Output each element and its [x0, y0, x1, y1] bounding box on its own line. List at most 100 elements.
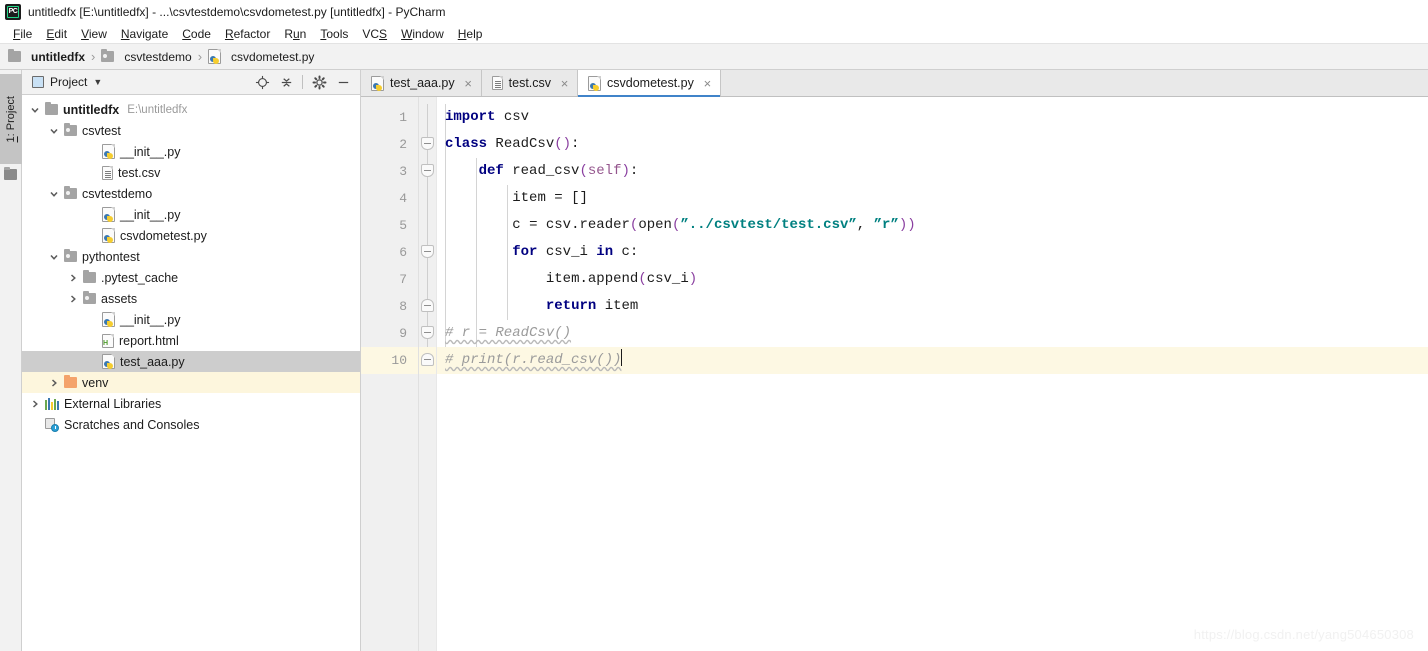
menu-item-edit[interactable]: Edit: [39, 24, 74, 44]
editor-tab-bar: test_aaa.py × test.csv × csvdometest.py ×: [361, 70, 1428, 97]
chevron-right-icon[interactable]: [66, 273, 79, 283]
line-number: 7: [399, 272, 407, 287]
menu-item-view[interactable]: View: [74, 24, 114, 44]
tree-item-scratches-and-consoles[interactable]: Scratches and Consoles: [22, 414, 360, 435]
close-icon[interactable]: ×: [702, 77, 713, 90]
minus-icon: [338, 81, 348, 83]
target-icon: [255, 75, 269, 89]
tree-item-csvtest[interactable]: csvtest: [22, 120, 360, 141]
hide-panel-button[interactable]: [332, 72, 354, 92]
editor-tab-csvdometest-py[interactable]: csvdometest.py ×: [578, 70, 721, 97]
libraries-icon: [45, 397, 59, 410]
breadcrumb-item-untitledfx[interactable]: untitledfx: [8, 49, 85, 64]
tree-item-pythontest[interactable]: pythontest: [22, 246, 360, 267]
tree-item-test-aaa-py[interactable]: test_aaa.py: [22, 351, 360, 372]
fold-collapse-icon[interactable]: [421, 245, 434, 258]
menu-item-tools[interactable]: Tools: [313, 24, 355, 44]
left-tool-strip: 1: Project: [0, 70, 22, 651]
source-folder-icon: [64, 249, 77, 262]
code-line-1[interactable]: import csv: [437, 104, 1428, 131]
code-line-10[interactable]: # print(r.read_csv()): [437, 347, 1428, 374]
chevron-right-icon[interactable]: [66, 294, 79, 304]
tree-item-untitledfx[interactable]: untitledfx E:\untitledfx: [22, 99, 360, 120]
menu-item-run[interactable]: Run: [277, 24, 313, 44]
tree-item-csvtestdemo[interactable]: csvtestdemo: [22, 183, 360, 204]
code-line-6[interactable]: for csv_i in c:: [437, 239, 1428, 266]
fold-row: [419, 266, 436, 293]
project-view-selector[interactable]: Project ▼: [32, 75, 102, 89]
tree-item-init-py[interactable]: __init__.py: [22, 204, 360, 225]
tree-item-label: untitledfx: [63, 102, 120, 117]
menu-item-refactor[interactable]: Refactor: [218, 24, 277, 44]
code-line-9[interactable]: # r = ReadCsv(): [437, 320, 1428, 347]
menu-item-help[interactable]: Help: [451, 24, 490, 44]
fold-collapse-icon[interactable]: [421, 164, 434, 177]
fold-end-icon[interactable]: [421, 353, 434, 366]
fold-row: [419, 347, 436, 374]
tree-item-venv[interactable]: venv: [22, 372, 360, 393]
editor-area: test_aaa.py × test.csv × csvdometest.py × 1 2 3…: [361, 70, 1428, 651]
menu-item-navigate[interactable]: Navigate: [114, 24, 175, 44]
chevron-down-icon[interactable]: [28, 105, 41, 115]
chevron-down-icon[interactable]: [47, 126, 60, 136]
code-line-5[interactable]: c = csv.reader(open(”../csvtest/test.csv…: [437, 212, 1428, 239]
folder-icon: [83, 270, 96, 283]
watermark: https://blog.csdn.net/yang504650308: [1193, 627, 1414, 642]
code-line-4[interactable]: item = []: [437, 185, 1428, 212]
window-title: untitledfx [E:\untitledfx] - ...\csvtest…: [28, 4, 446, 19]
chevron-right-icon[interactable]: [28, 399, 41, 409]
csv-file-icon: [491, 76, 503, 90]
title-bar: PC untitledfx [E:\untitledfx] - ...\csvt…: [0, 0, 1428, 24]
line-number: 5: [399, 218, 407, 233]
code-line-2[interactable]: class ReadCsv():: [437, 131, 1428, 158]
tree-item-report-html[interactable]: Hreport.html: [22, 330, 360, 351]
python-file-icon: [102, 354, 115, 369]
fold-end-icon[interactable]: [421, 299, 434, 312]
fold-row: [419, 131, 436, 158]
editor-tab-label: test_aaa.py: [390, 76, 455, 90]
close-icon[interactable]: ×: [463, 77, 474, 90]
tree-item-init-py[interactable]: __init__.py: [22, 309, 360, 330]
fold-row: [419, 320, 436, 347]
tree-item-label: test.csv: [118, 165, 161, 180]
code-text-area[interactable]: import csv class ReadCsv(): def read_csv(…: [437, 97, 1428, 651]
breadcrumb-separator: ›: [197, 49, 203, 64]
tree-item-test-csv[interactable]: test.csv: [22, 162, 360, 183]
fold-row: [419, 185, 436, 212]
editor-tab-label: test.csv: [508, 76, 552, 90]
code-folding-gutter[interactable]: [419, 97, 437, 651]
collapse-all-button[interactable]: [275, 72, 297, 92]
breadcrumb-item-csvtestdemo[interactable]: csvtestdemo: [101, 49, 192, 64]
tree-item-csvdometest-py[interactable]: csvdometest.py: [22, 225, 360, 246]
close-icon[interactable]: ×: [559, 77, 570, 90]
chevron-down-icon[interactable]: ▼: [93, 77, 102, 87]
code-line-8[interactable]: return item: [437, 293, 1428, 320]
tree-item-external-libraries[interactable]: External Libraries: [22, 393, 360, 414]
menu-item-window[interactable]: Window: [394, 24, 451, 44]
breadcrumb-item-csvdometest-py[interactable]: csvdometest.py: [208, 49, 314, 64]
fold-collapse-icon[interactable]: [421, 137, 434, 150]
project-tree[interactable]: untitledfx E:\untitledfx csvtest __init__.p…: [22, 95, 360, 651]
scroll-from-source-button[interactable]: [251, 72, 273, 92]
chevron-right-icon[interactable]: [47, 378, 60, 388]
editor-tab-test-csv[interactable]: test.csv ×: [481, 70, 579, 96]
code-line-7[interactable]: item.append(csv_i): [437, 266, 1428, 293]
code-line-3[interactable]: def read_csv(self):: [437, 158, 1428, 185]
editor-tab-label: csvdometest.py: [607, 76, 694, 90]
editor-tab-test-aaa-py[interactable]: test_aaa.py ×: [361, 70, 482, 96]
chevron-down-icon[interactable]: [47, 252, 60, 262]
tree-item-label: __init__.py: [120, 207, 181, 222]
menu-item-file[interactable]: File: [6, 24, 39, 44]
tree-item-assets[interactable]: assets: [22, 288, 360, 309]
menu-item-vcs[interactable]: VCS: [355, 24, 394, 44]
tool-window-button-project[interactable]: 1: Project: [0, 74, 22, 164]
tree-item-init-py[interactable]: __init__.py: [22, 141, 360, 162]
pycharm-logo-icon: PC: [5, 3, 21, 20]
line-number: 3: [399, 164, 407, 179]
line-number: 2: [399, 137, 407, 152]
fold-collapse-icon[interactable]: [421, 326, 434, 339]
settings-button[interactable]: [308, 72, 330, 92]
tree-item-pytest-cache[interactable]: .pytest_cache: [22, 267, 360, 288]
chevron-down-icon[interactable]: [47, 189, 60, 199]
menu-item-code[interactable]: Code: [175, 24, 218, 44]
